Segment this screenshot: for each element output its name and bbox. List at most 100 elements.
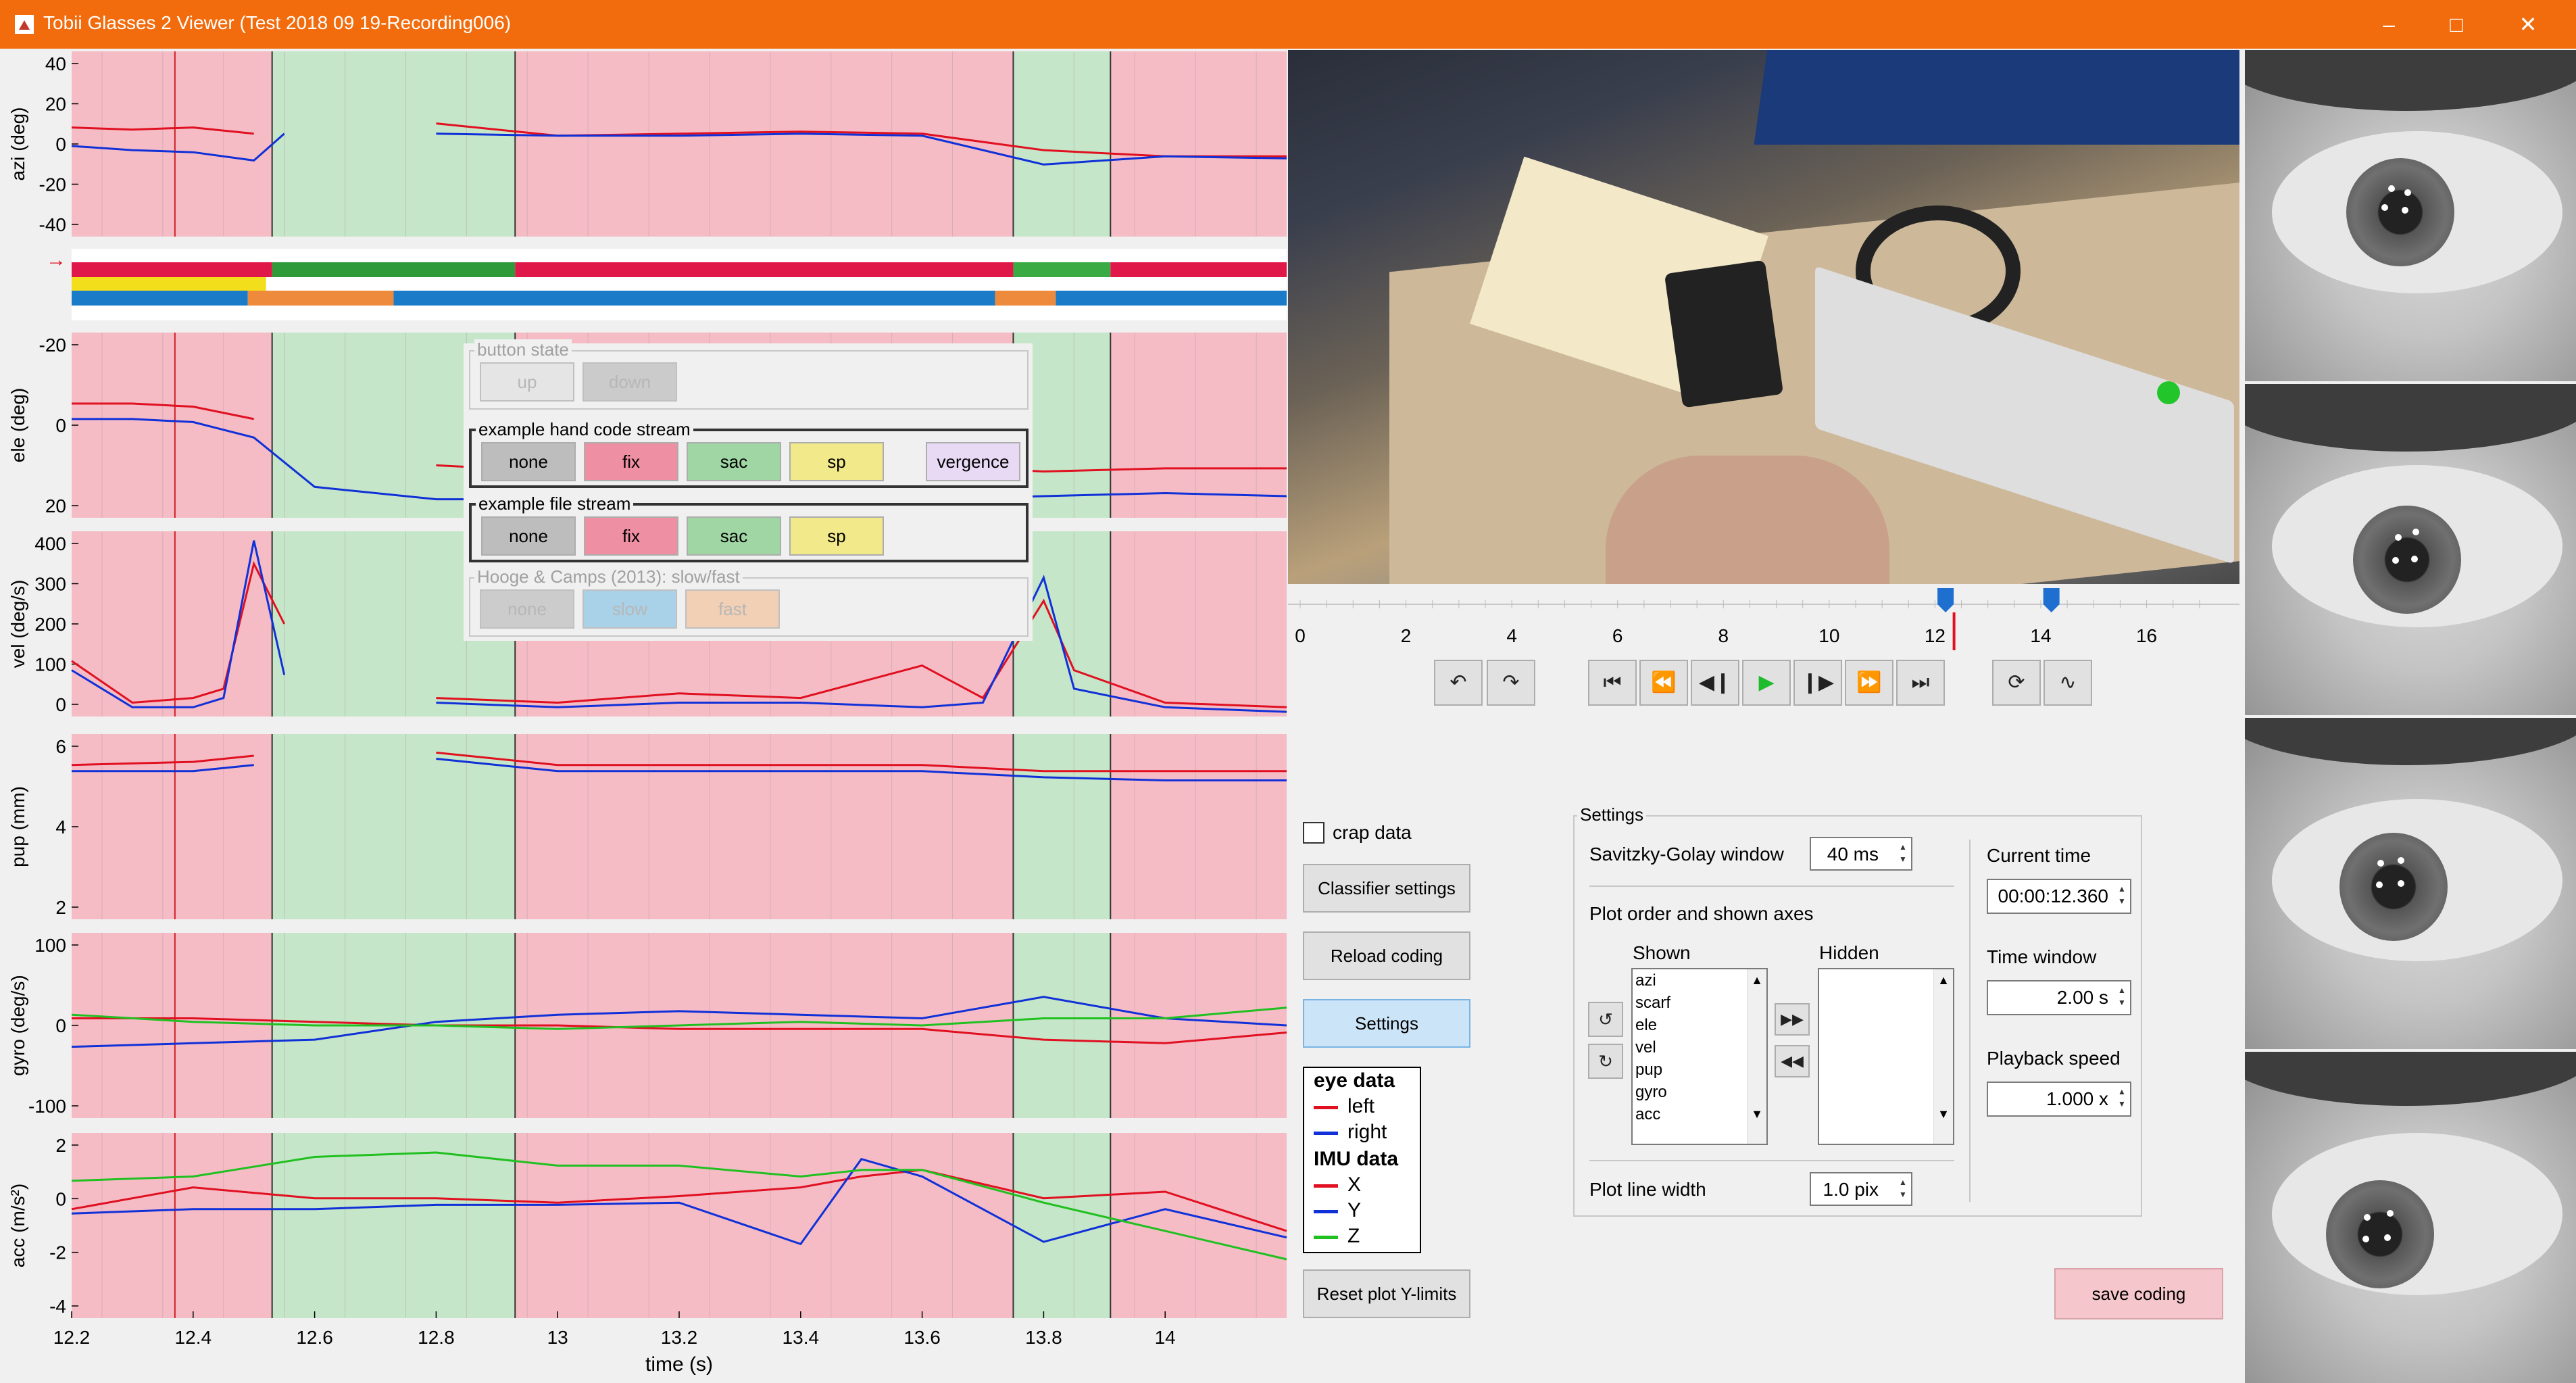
- app-icon: [15, 15, 34, 34]
- scarf-hc-event-4: [1056, 291, 1287, 306]
- move-down-button[interactable]: ↻: [1588, 1044, 1623, 1079]
- loop-button[interactable]: ⟳: [1992, 660, 2041, 706]
- scarf-arrow-icon: →: [46, 249, 66, 271]
- code-button-down[interactable]: down: [583, 362, 677, 402]
- play-button[interactable]: ▶: [1742, 660, 1791, 706]
- line-width-spinner[interactable]: 1.0 pix ▲ ▼: [1810, 1172, 1912, 1206]
- scroll-icon: ∿: [2059, 671, 2077, 694]
- time-window-label: Time window: [1987, 946, 2097, 967]
- reset-plot-ylimits-button[interactable]: Reset plot Y-limits: [1303, 1269, 1470, 1318]
- timeline-slider[interactable]: 0 2 4 6 8 10 12 14 16: [1288, 585, 2239, 650]
- code-button-slow[interactable]: slow: [583, 589, 677, 629]
- save-coding-button[interactable]: save coding: [2054, 1268, 2223, 1319]
- timeline-tick-label: 4: [1506, 625, 1517, 646]
- xlabel: time (s): [645, 1353, 713, 1376]
- code-button-sac[interactable]: sac: [687, 516, 781, 556]
- fast-forward-button[interactable]: ⏩: [1845, 660, 1893, 706]
- coding-buttons-panel: button state up down example hand code stre…: [464, 339, 1033, 641]
- timeline-tick-label: 16: [2136, 625, 2157, 646]
- code-button-vergence[interactable]: vergence: [926, 442, 1020, 481]
- current-time-label: Current time: [1987, 845, 2091, 866]
- step-forward-button[interactable]: ❙▶: [1793, 660, 1842, 706]
- vel-ytick-label: 200: [34, 614, 66, 635]
- step-back-icon: ◀❙: [1698, 671, 1732, 694]
- redo-button[interactable]: ↷: [1487, 660, 1535, 706]
- xtick-label: 13.2: [661, 1327, 698, 1348]
- line-width-label: Plot line width: [1589, 1179, 1706, 1200]
- coding-group-title: button state: [474, 339, 572, 360]
- skip-start-button[interactable]: ⏮: [1588, 660, 1637, 706]
- legend-left-swatch: [1314, 1105, 1338, 1109]
- hidden-axes-list[interactable]: ▲ ▼: [1818, 968, 1954, 1145]
- azi-ytick-label: 20: [45, 94, 66, 115]
- code-button-sp[interactable]: sp: [789, 516, 884, 556]
- xtick-label: 13: [547, 1327, 568, 1348]
- azi-pursuit-region-1: [1013, 51, 1111, 237]
- scarf-event-4: [1110, 262, 1287, 277]
- playback-speed-spinner[interactable]: 1.000 x ▲ ▼: [1987, 1082, 2131, 1117]
- xtick-label: 13.6: [903, 1327, 941, 1348]
- shown-list-scrollbar[interactable]: ▲ ▼: [1747, 969, 1766, 1144]
- code-button-fast[interactable]: fast: [685, 589, 780, 629]
- gyro-ylabel: gyro (deg/s): [7, 975, 28, 1075]
- double-left-icon: ◀◀: [1781, 1052, 1804, 1069]
- step-back-button[interactable]: ◀❙: [1691, 660, 1739, 706]
- current-time-value: 00:00:12.360: [1998, 885, 2109, 906]
- code-button-none[interactable]: none: [481, 442, 576, 481]
- settings-vertical-divider: [1969, 840, 1971, 1202]
- rewind-button[interactable]: ⏪: [1639, 660, 1688, 706]
- sg-window-spinner[interactable]: 40 ms ▲ ▼: [1810, 837, 1912, 871]
- hide-axis-button[interactable]: ▶▶: [1775, 1003, 1810, 1036]
- crap-data-checkbox[interactable]: [1303, 822, 1324, 844]
- scarf-event-1: [272, 262, 516, 277]
- legend-z: Z: [1347, 1225, 1360, 1247]
- move-up-button[interactable]: ↺: [1588, 1002, 1623, 1037]
- rewind-icon: ⏪: [1651, 671, 1677, 694]
- vel-ytick-label: 100: [34, 654, 66, 675]
- plots-area[interactable]: azi (deg)40200-20-40→ele (deg)-20020vel …: [0, 49, 1288, 1383]
- hidden-list-scrollbar[interactable]: ▲ ▼: [1933, 969, 1953, 1144]
- reload-coding-button[interactable]: Reload coding: [1303, 931, 1470, 980]
- vel-ytick-label: 400: [34, 533, 66, 554]
- gyro-ytick-label: -100: [28, 1096, 66, 1117]
- playback-speed-value: 1.000 x: [2046, 1088, 2108, 1109]
- maximize-button[interactable]: □: [2419, 0, 2494, 49]
- current-time-spinner[interactable]: 00:00:12.360 ▲ ▼: [1987, 879, 2131, 914]
- skip-end-button[interactable]: ⏭: [1896, 660, 1945, 706]
- playback-speed-label: Playback speed: [1987, 1048, 2121, 1069]
- minimize-button[interactable]: –: [2352, 0, 2426, 49]
- close-button[interactable]: ✕: [2491, 0, 2565, 49]
- window-start-handle[interactable]: [1937, 588, 1954, 612]
- code-button-up[interactable]: up: [480, 362, 574, 402]
- shown-axes-list[interactable]: ▲ ▼ azi scarf ele vel pup gyro acc: [1631, 968, 1768, 1145]
- settings-divider: [1589, 885, 1954, 887]
- time-window-spinner[interactable]: 2.00 s ▲ ▼: [1987, 980, 2131, 1015]
- code-button-none[interactable]: none: [481, 516, 576, 556]
- settings-button[interactable]: Settings: [1303, 999, 1470, 1048]
- recording-unit: [1664, 260, 1784, 408]
- plot-order-label: Plot order and shown axes: [1589, 903, 1814, 924]
- scroll-button[interactable]: ∿: [2044, 660, 2092, 706]
- settings-divider-2: [1589, 1160, 1954, 1161]
- vel-ytick-label: 0: [55, 694, 66, 715]
- scarf-hc-event-2: [393, 291, 995, 306]
- fast-forward-icon: ⏩: [1856, 671, 1882, 694]
- pup-ytick-label: 2: [55, 897, 66, 918]
- timeline-tick-label: 6: [1612, 625, 1623, 646]
- scarf-event-2: [515, 262, 1014, 277]
- code-button-fix[interactable]: fix: [584, 516, 678, 556]
- loop-icon: ⟳: [2008, 671, 2025, 694]
- show-axis-button[interactable]: ◀◀: [1775, 1045, 1810, 1077]
- code-button-fix[interactable]: fix: [584, 442, 678, 481]
- ele-ytick-label: 20: [45, 495, 66, 516]
- scene-video[interactable]: [1288, 50, 2239, 584]
- code-button-none[interactable]: none: [480, 589, 574, 629]
- code-button-sac[interactable]: sac: [687, 442, 781, 481]
- window-end-handle[interactable]: [2043, 588, 2060, 612]
- classifier-settings-button[interactable]: Classifier settings: [1303, 864, 1470, 913]
- pup-ytick-label: 6: [55, 736, 66, 757]
- legend-y: Y: [1347, 1199, 1362, 1221]
- undo-button[interactable]: ↶: [1434, 660, 1483, 706]
- code-button-sp[interactable]: sp: [789, 442, 884, 481]
- legend-eye-header: eye data: [1314, 1069, 1395, 1092]
